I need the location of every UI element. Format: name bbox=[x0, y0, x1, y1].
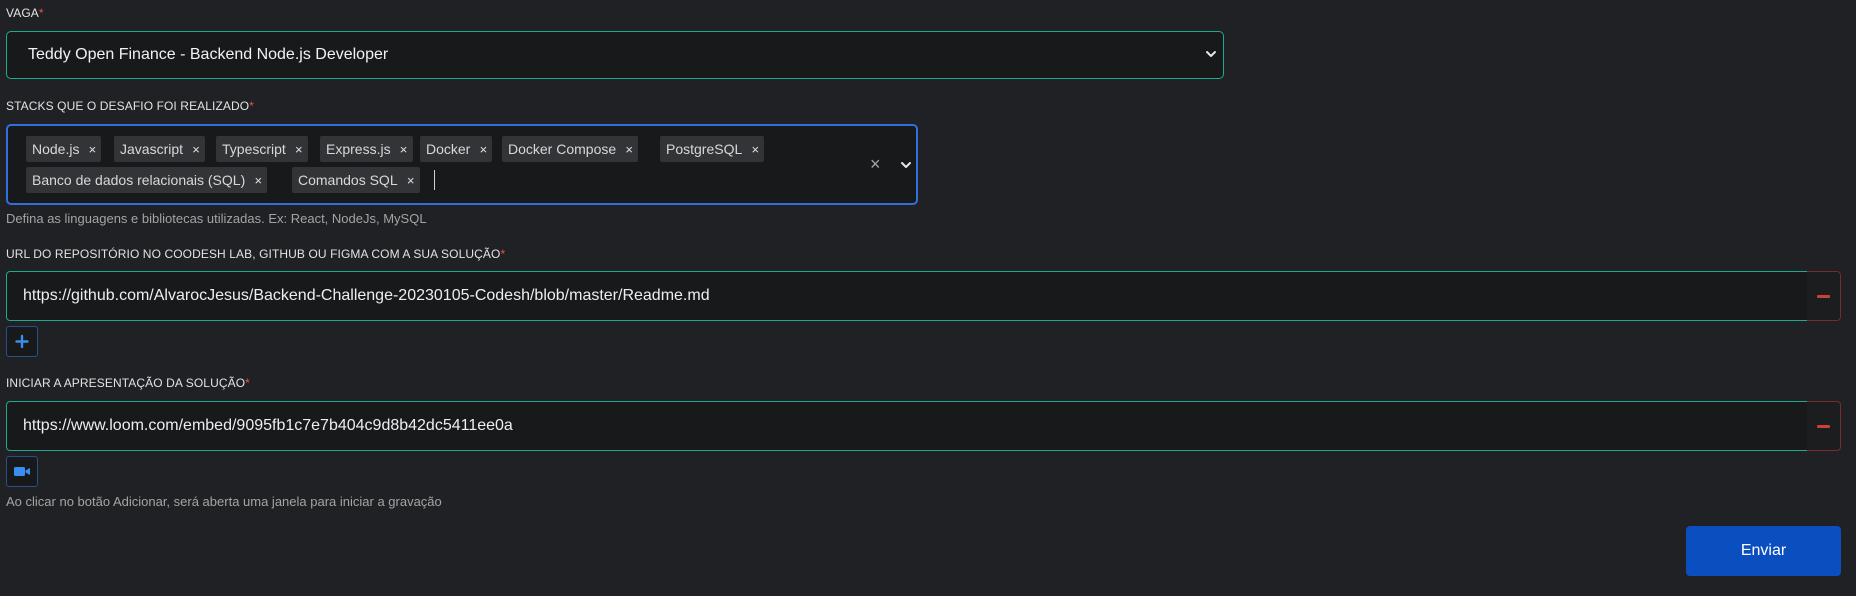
remove-repo-url-button[interactable] bbox=[1807, 271, 1841, 321]
stack-tag: Node.js × bbox=[26, 136, 102, 162]
vaga-label-text: VAGA bbox=[6, 6, 39, 20]
stack-tag: Express.js × bbox=[320, 136, 413, 162]
stack-tag-label: Banco de dados relacionais (SQL) bbox=[32, 172, 246, 188]
repo-label: URL DO REPOSITÓRIO NO COODESH LAB, GITHU… bbox=[6, 247, 505, 261]
stack-tag: Javascript × bbox=[114, 136, 206, 162]
vaga-select[interactable]: Teddy Open Finance - Backend Node.js Dev… bbox=[6, 31, 1224, 79]
tag-remove-icon[interactable]: × bbox=[249, 173, 267, 188]
repo-label-text: URL DO REPOSITÓRIO NO COODESH LAB, GITHU… bbox=[6, 247, 501, 261]
record-video-button[interactable] bbox=[6, 456, 38, 487]
remove-presentation-button[interactable] bbox=[1807, 401, 1841, 451]
tag-remove-icon[interactable]: × bbox=[746, 142, 764, 157]
stack-tag-label: Comandos SQL bbox=[298, 172, 398, 188]
tag-remove-icon[interactable]: × bbox=[620, 142, 638, 157]
stack-tag-label: Docker bbox=[426, 141, 471, 157]
tag-remove-icon[interactable]: × bbox=[290, 142, 308, 157]
stack-tag: Typescript × bbox=[216, 136, 308, 162]
stack-tag-label: Node.js bbox=[32, 141, 80, 157]
stack-tag-label: Typescript bbox=[222, 141, 286, 157]
presentation-label: INICIAR A APRESENTAÇÃO DA SOLUÇÃO* bbox=[6, 376, 250, 390]
stack-tag-label: Express.js bbox=[326, 141, 391, 157]
required-mark: * bbox=[500, 247, 506, 261]
video-camera-icon bbox=[14, 467, 30, 476]
tag-remove-icon[interactable]: × bbox=[83, 142, 101, 157]
tag-remove-icon[interactable]: × bbox=[187, 142, 205, 157]
tag-remove-icon[interactable]: × bbox=[474, 142, 492, 157]
repo-url-input[interactable]: https://github.com/AlvarocJesus/Backend-… bbox=[6, 271, 1808, 321]
required-mark: * bbox=[245, 376, 250, 390]
presentation-helper-text: Ao clicar no botão Adicionar, será abert… bbox=[6, 494, 442, 509]
presentation-label-text: INICIAR A APRESENTAÇÃO DA SOLUÇÃO bbox=[6, 376, 246, 390]
stack-tag-label: Javascript bbox=[120, 141, 184, 157]
submit-button[interactable]: Enviar bbox=[1686, 526, 1841, 576]
chevron-down-icon bbox=[1206, 51, 1216, 57]
stacks-label: STACKS QUE O DESAFIO FOI REALIZADO* bbox=[6, 99, 254, 113]
plus-icon bbox=[15, 334, 29, 349]
presentation-url-input[interactable]: https://www.loom.com/embed/9095fb1c7e7b4… bbox=[6, 401, 1808, 451]
vaga-selected-value: Teddy Open Finance - Backend Node.js Dev… bbox=[28, 46, 389, 63]
tag-remove-icon[interactable]: × bbox=[402, 173, 420, 188]
add-repo-url-button[interactable] bbox=[6, 326, 38, 357]
tag-remove-icon[interactable]: × bbox=[395, 142, 413, 157]
clear-icon[interactable]: × bbox=[870, 155, 881, 173]
minus-icon bbox=[1817, 295, 1830, 298]
stack-tag: Comandos SQL × bbox=[292, 167, 420, 193]
required-mark: * bbox=[249, 99, 254, 113]
stacks-label-text: STACKS QUE O DESAFIO FOI REALIZADO bbox=[6, 99, 250, 113]
stack-tag-label: PostgreSQL bbox=[666, 141, 743, 157]
application-form: VAGA* Teddy Open Finance - Backend Node.… bbox=[0, 0, 1856, 596]
minus-icon bbox=[1817, 425, 1830, 428]
stack-tag: Docker × bbox=[420, 136, 493, 162]
stack-tag: Banco de dados relacionais (SQL) × bbox=[26, 167, 268, 193]
stack-tag: PostgreSQL × bbox=[660, 136, 765, 162]
stacks-multiselect[interactable]: Node.js × Javascript × Typescript × Express… bbox=[6, 124, 918, 205]
required-mark: * bbox=[38, 6, 44, 20]
stack-tag-label: Docker Compose bbox=[508, 141, 617, 157]
repo-url-value: https://github.com/AlvarocJesus/Backend-… bbox=[23, 287, 710, 304]
stacks-helper-text: Defina as linguagens e bibliotecas utili… bbox=[6, 211, 427, 226]
presentation-url-value: https://www.loom.com/embed/9095fb1c7e7b4… bbox=[23, 417, 513, 434]
stack-tag: Docker Compose × bbox=[502, 136, 639, 162]
text-caret bbox=[434, 170, 435, 190]
chevron-down-icon[interactable] bbox=[898, 157, 914, 173]
vaga-label: VAGA* bbox=[6, 6, 44, 20]
